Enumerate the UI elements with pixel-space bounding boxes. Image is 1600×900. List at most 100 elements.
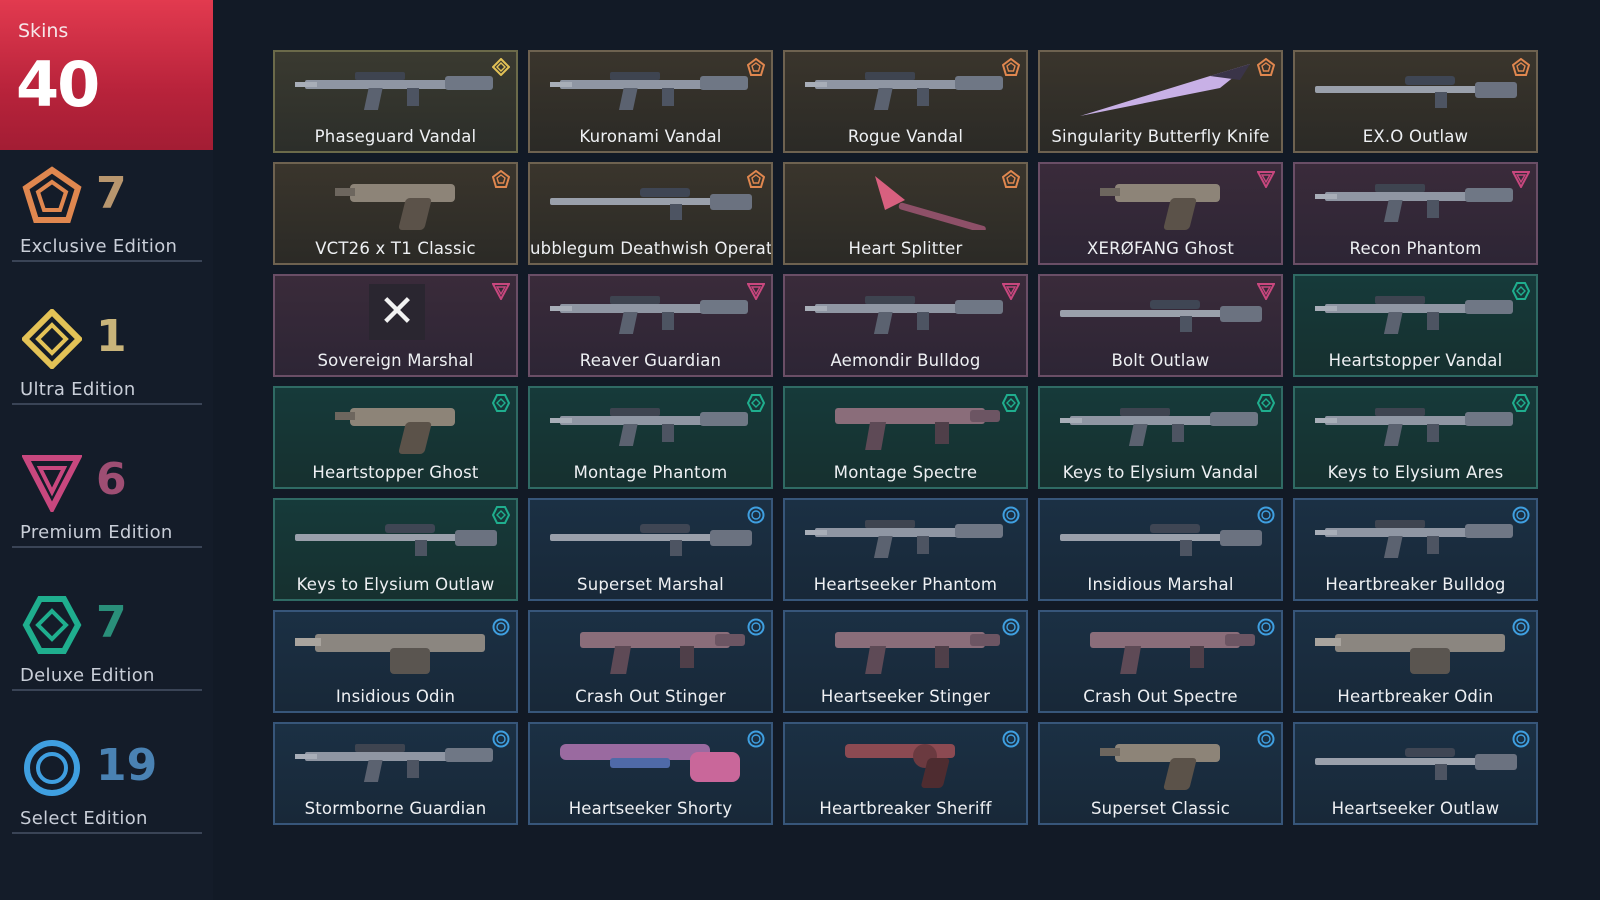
skin-card[interactable]: Stormborne Guardian [273,722,518,825]
ultra-count: 1 [96,311,127,362]
skin-card[interactable]: Keys to Elysium Outlaw [273,498,518,601]
select-tier-icon [492,730,510,748]
premium-tier-icon [1512,171,1530,188]
select-tier-icon [747,730,765,748]
skin-card[interactable]: ubblegum Deathwish Operato [528,162,773,265]
skin-card[interactable]: Heartbreaker Bulldog [1293,498,1538,601]
deluxe-edition-icon [22,596,82,654]
divider [12,260,202,262]
exclusive-edition-icon [22,166,82,223]
skin-card[interactable]: Heartseeker Shorty [528,722,773,825]
skin-name: Heartseeker Phantom [813,575,998,594]
weapon-icon [295,744,493,782]
skin-grid: Phaseguard Vandal Kuronami Vandal Rogue Va… [273,50,1538,825]
weapon-icon [295,72,493,110]
sidebar: Skins 40 7 Exclusive Edition 1 Ultra Edi… [0,0,213,900]
ultra-name: Ultra Edition [20,379,136,400]
skin-name: Heartstopper Vandal [1328,351,1503,370]
skin-card[interactable]: Crash Out Stinger [528,610,773,713]
weapon-icon [550,72,748,110]
skin-card[interactable]: ✕ Sovereign Marshal [273,274,518,377]
skin-name: Keys to Elysium Ares [1327,463,1504,482]
weapon-icon [550,188,752,220]
weapon-icon [1100,184,1220,230]
weapon-icon [1315,76,1517,108]
skin-card[interactable]: Heartbreaker Sheriff [783,722,1028,825]
exclusive-tier-icon [747,58,765,76]
skin-card[interactable]: Montage Spectre [783,386,1028,489]
weapon-icon [1100,744,1220,790]
skin-card[interactable]: Bolt Outlaw [1038,274,1283,377]
skin-card[interactable]: Heartseeker Stinger [783,610,1028,713]
premium-tier-icon [492,283,510,300]
skin-name: Insidious Marshal [1087,575,1234,594]
weapon-icon [560,744,740,782]
skin-card[interactable]: Rogue Vandal [783,50,1028,153]
divider [12,832,202,834]
exclusive-count: 7 [96,168,127,219]
select-tier-icon [1257,730,1275,748]
skin-card[interactable]: Crash Out Spectre [1038,610,1283,713]
skin-name: XERØFANG Ghost [1086,239,1235,258]
weapon-icon [580,632,745,674]
weapon-icon [1315,184,1513,222]
deluxe-tier-icon [492,506,510,524]
tier-premium[interactable]: 6 Premium Edition [12,448,202,548]
weapon-icon [1315,296,1513,334]
select-tier-icon [1512,730,1530,748]
skin-card[interactable]: Phaseguard Vandal [273,50,518,153]
skin-card[interactable]: EX.O Outlaw [1293,50,1538,153]
weapon-icon [335,408,455,454]
skin-card[interactable]: Superset Marshal [528,498,773,601]
exclusive-tier-icon [747,170,765,188]
skin-card[interactable]: XERØFANG Ghost [1038,162,1283,265]
tier-select[interactable]: 19 Select Edition [12,734,202,834]
divider [12,403,202,405]
skin-name: Montage Phantom [573,463,728,482]
weapon-icon [1060,524,1262,556]
skin-card[interactable]: Heartbreaker Odin [1293,610,1538,713]
skin-card[interactable]: Kuronami Vandal [528,50,773,153]
close-icon: ✕ [369,284,425,340]
skin-card[interactable]: Insidious Marshal [1038,498,1283,601]
skin-card[interactable]: Heartstopper Vandal [1293,274,1538,377]
skin-card[interactable]: Heartstopper Ghost [273,386,518,489]
skin-card[interactable]: Superset Classic [1038,722,1283,825]
deluxe-name: Deluxe Edition [20,665,155,686]
skin-card[interactable]: Reaver Guardian [528,274,773,377]
weapon-icon [1060,300,1262,332]
tier-exclusive[interactable]: 7 Exclusive Edition [12,162,202,262]
skin-name: Keys to Elysium Vandal [1062,463,1259,482]
skins-total-panel: Skins 40 [0,0,213,150]
weapon-icon [1060,408,1258,446]
skin-name: Sovereign Marshal [317,351,474,370]
skin-name: Reaver Guardian [579,351,722,370]
skin-name: Crash Out Spectre [1083,687,1238,706]
skin-card[interactable]: VCT26 x T1 Classic [273,162,518,265]
skin-card[interactable]: Aemondir Bulldog [783,274,1028,377]
skin-card[interactable]: Heartseeker Phantom [783,498,1028,601]
tier-deluxe[interactable]: 7 Deluxe Edition [12,591,202,691]
skin-card[interactable]: Insidious Odin [273,610,518,713]
weapon-icon [875,176,986,230]
skin-name: Heartbreaker Bulldog [1325,575,1506,594]
skin-card[interactable]: Singularity Butterfly Knife [1038,50,1283,153]
skin-card[interactable]: Recon Phantom [1293,162,1538,265]
exclusive-tier-icon [1002,170,1020,188]
skin-card[interactable]: Heart Splitter [783,162,1028,265]
deluxe-count: 7 [96,597,127,648]
divider [12,689,202,691]
skin-name: ubblegum Deathwish Operato [530,239,771,258]
exclusive-tier-icon [1002,58,1020,76]
skin-name: Keys to Elysium Outlaw [296,575,495,594]
select-tier-icon [1002,730,1020,748]
skin-card[interactable]: Heartseeker Outlaw [1293,722,1538,825]
weapon-icon [550,296,748,334]
premium-edition-icon [22,455,82,512]
tier-ultra[interactable]: 1 Ultra Edition [12,305,202,405]
skin-card[interactable]: Keys to Elysium Vandal [1038,386,1283,489]
deluxe-tier-icon [492,394,510,412]
ultra-tier-icon [492,58,510,76]
skin-card[interactable]: Keys to Elysium Ares [1293,386,1538,489]
skin-card[interactable]: Montage Phantom [528,386,773,489]
